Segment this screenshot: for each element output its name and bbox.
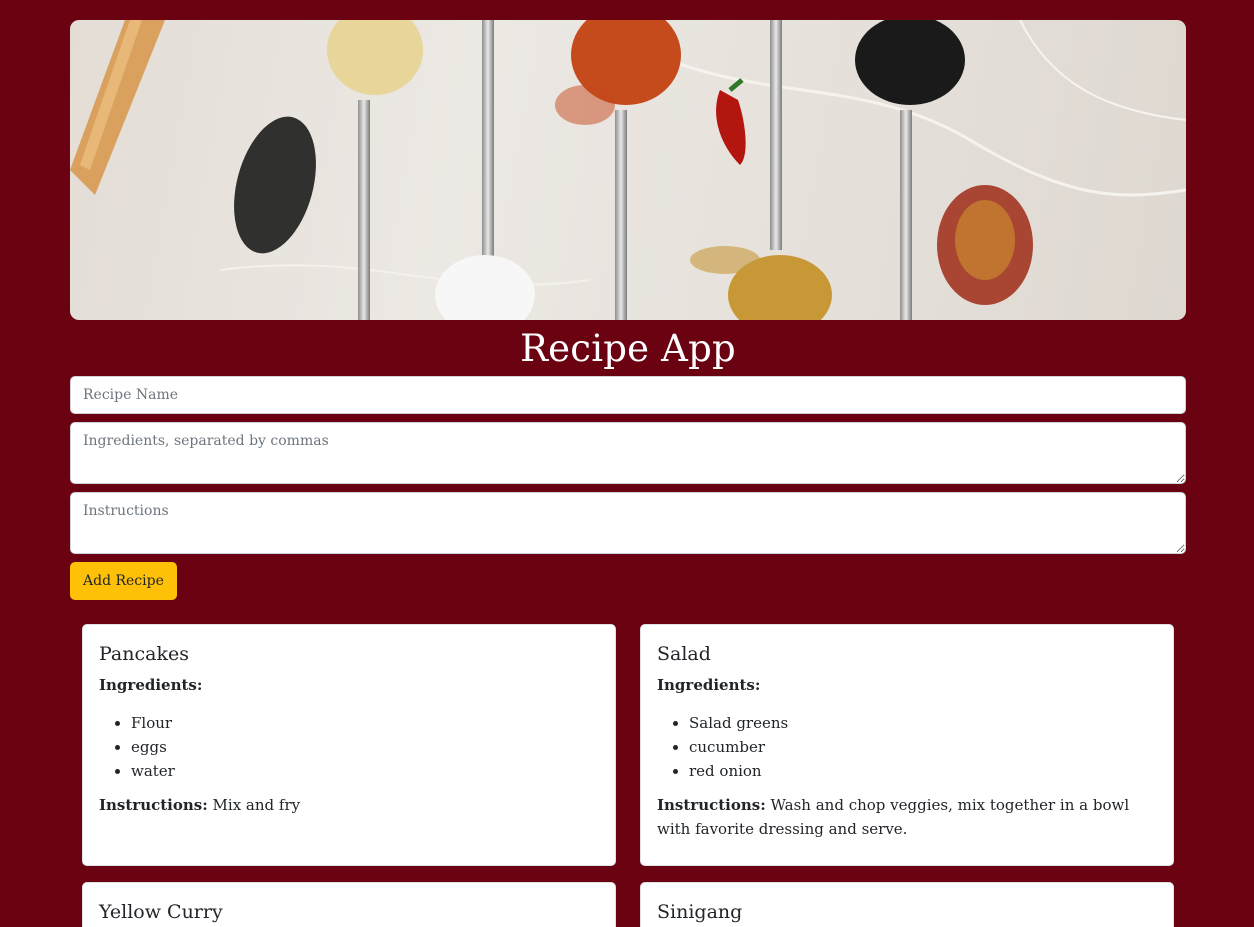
ingredient-item: Flour — [131, 711, 599, 735]
recipe-title: Yellow Curry — [99, 901, 223, 923]
recipe-card: Pancakes Ingredients: Flour eggs water I… — [82, 624, 616, 866]
recipe-title: Pancakes — [99, 643, 189, 665]
recipe-title: Sinigang — [657, 901, 743, 923]
ingredients-label: Ingredients: — [99, 676, 203, 694]
ingredient-list: Salad greens cucumber red onion — [689, 711, 1157, 783]
recipe-card: Salad Ingredients: Salad greens cucumber… — [640, 624, 1174, 866]
app-container: Recipe App Add Recipe — [70, 20, 1186, 600]
ingredient-item: cucumber — [689, 735, 1157, 759]
instructions-label: Instructions: — [99, 796, 208, 814]
ingredient-item: red onion — [689, 759, 1157, 783]
instructions-label: Instructions: — [657, 796, 766, 814]
spoons-illustration — [70, 20, 1186, 320]
ingredient-item: water — [131, 759, 599, 783]
ingredients-textarea[interactable] — [70, 422, 1186, 484]
recipe-name-input[interactable] — [70, 376, 1186, 414]
page-title: Recipe App — [520, 327, 736, 370]
ingredients-label: Ingredients: — [657, 676, 761, 694]
ingredient-item: eggs — [131, 735, 599, 759]
instructions-textarea[interactable] — [70, 492, 1186, 554]
recipe-card: Sinigang — [640, 882, 1174, 927]
ingredient-list: Flour eggs water — [131, 711, 599, 783]
hero-spices-image — [70, 20, 1186, 320]
ingredient-item: Salad greens — [689, 711, 1157, 735]
recipe-title: Salad — [657, 643, 711, 665]
recipe-card: Yellow Curry — [82, 882, 616, 927]
add-recipe-button[interactable]: Add Recipe — [70, 562, 177, 600]
instructions-text: Mix and fry — [212, 796, 301, 814]
